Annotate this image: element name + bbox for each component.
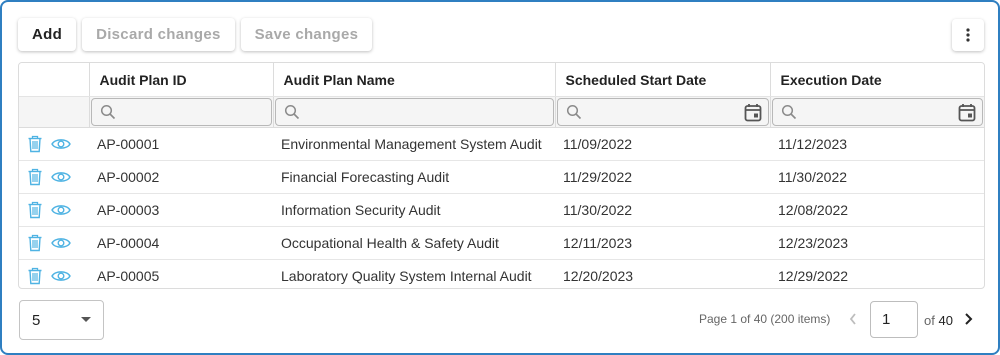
header-audit-plan-name[interactable]: Audit Plan Name [273,63,556,97]
of-text: of [924,313,935,328]
eye-icon[interactable] [51,236,71,250]
trash-icon[interactable] [27,201,43,219]
page-number-input[interactable]: 1 [870,301,918,338]
cell-execution-date: 12/23/2023 [770,226,984,260]
eye-icon[interactable] [51,170,71,184]
search-icon [566,104,581,120]
cell-execution-date: 12/29/2022 [778,268,849,284]
discard-changes-button[interactable]: Discard changes [82,18,235,51]
filter-cell-id [89,96,274,128]
cell-scheduled-start-date: 11/30/2022 [555,193,770,227]
prev-page-button[interactable] [848,312,858,331]
row-actions-cell [19,226,89,260]
cell-execution-date: 11/12/2023 [770,127,984,161]
total-pages-label: of 40 [924,313,953,328]
cell-audit-plan-name: Financial Forecasting Audit [273,160,555,194]
cell-audit-plan-name: Environmental Management System Audit [273,127,555,161]
trash-icon[interactable] [27,168,43,186]
cell-audit-plan-id: AP-00001 [89,127,273,161]
cell-scheduled-start-date: 11/09/2022 [555,127,770,161]
header-scheduled-start-date[interactable]: Scheduled Start Date [555,63,771,97]
search-icon [100,104,115,120]
chevron-down-icon [81,317,91,322]
more-vertical-icon [966,28,970,42]
audit-plans-table: Audit Plan ID Audit Plan Name Scheduled … [18,62,985,289]
row-actions-cell [19,160,89,194]
eye-icon[interactable] [51,203,71,217]
calendar-icon[interactable] [958,103,976,122]
eye-icon[interactable] [51,269,71,283]
cell-audit-plan-name: Information Security Audit [273,193,555,227]
cell-execution-date: 11/30/2022 [770,160,984,194]
row-actions-cell [19,260,89,289]
row-actions-cell [19,193,89,227]
filter-row [19,96,984,128]
cell-audit-plan-id: AP-00003 [89,193,273,227]
header-row: Audit Plan ID Audit Plan Name Scheduled … [19,63,984,97]
cell-execution-date: 12/08/2022 [770,193,984,227]
table-row[interactable]: AP-00001 Environmental Management System … [19,127,984,161]
filter-input-id[interactable] [90,98,272,126]
next-page-button[interactable] [962,312,974,331]
table-row[interactable]: AP-00003 Information Security Audit 11/30/… [19,193,984,227]
table-row[interactable]: AP-00004 Occupational Health & Safety Aud… [19,226,984,260]
search-icon [284,104,299,120]
filter-input-name[interactable] [274,98,554,126]
calendar-icon[interactable] [744,103,762,122]
filter-cell-start-date [555,96,771,128]
trash-icon[interactable] [27,234,43,252]
cell-audit-plan-name: Occupational Health & Safety Audit [273,226,555,260]
table-row[interactable]: AP-00002 Financial Forecasting Audit 11/29… [19,160,984,194]
page-info: Page 1 of 40 (200 items) [699,312,831,326]
chevron-right-icon [965,313,973,325]
save-changes-button[interactable]: Save changes [240,18,373,51]
trash-icon[interactable] [27,135,43,153]
toolbar: Add Discard changes Save changes [18,18,373,52]
trash-icon[interactable] [27,267,43,285]
filter-cell-exec-date [770,96,984,128]
add-button[interactable]: Add [18,18,77,51]
cell-scheduled-start-date: 11/29/2022 [555,160,770,194]
filter-cell-name [273,96,556,128]
cell-audit-plan-id: AP-00004 [89,226,273,260]
more-options-button[interactable] [952,19,984,51]
chevron-left-icon [849,313,856,325]
page-size-value: 5 [32,311,41,329]
data-grid-panel: Add Discard changes Save changes Audit P… [0,0,1000,355]
cell-audit-plan-name: Laboratory Quality System Internal Audit [281,268,532,284]
cell-audit-plan-id: AP-00005 [97,268,160,284]
filter-input-exec-date[interactable] [771,98,983,126]
total-pages-value: 40 [938,313,953,328]
cell-scheduled-start-date: 12/20/2023 [563,268,634,284]
table-row[interactable]: AP-00005 Laboratory Quality System Intern… [19,260,984,289]
filter-input-start-date[interactable] [556,98,769,126]
search-icon [781,104,796,120]
cell-audit-plan-id: AP-00002 [89,160,273,194]
row-actions-cell [19,127,89,161]
header-execution-date[interactable]: Execution Date [770,63,984,97]
filter-actions-cell [19,96,90,128]
page-size-select[interactable]: 5 [19,300,104,340]
eye-icon[interactable] [51,137,71,151]
cell-scheduled-start-date: 12/11/2023 [555,226,770,260]
header-audit-plan-id[interactable]: Audit Plan ID [89,63,274,97]
header-actions [19,63,90,97]
